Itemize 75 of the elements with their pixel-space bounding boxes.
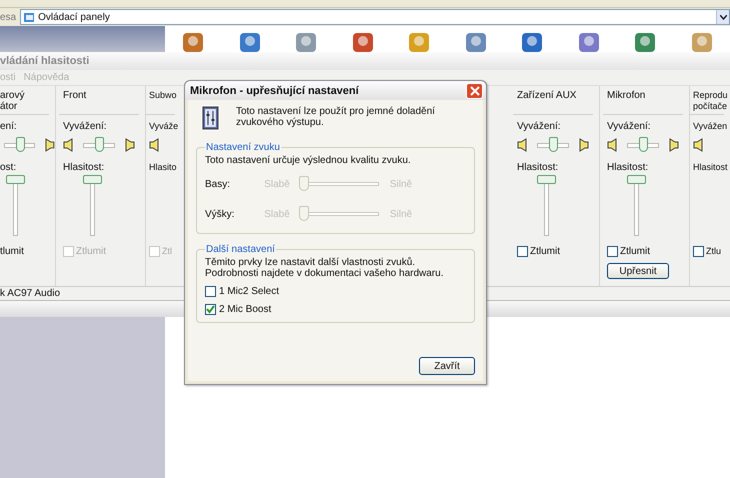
speaker-icon [577,138,589,152]
speaker-icon [693,138,705,152]
balance-label: Vyvážení: [517,121,562,134]
volume-label: Hlasitost: [63,162,106,175]
mute-label: tlumit [0,246,24,256]
slider-label: Výšky: [205,208,236,220]
advanced-button[interactable]: Upřesnit [607,263,669,279]
control-panel-icon[interactable] [633,30,658,52]
volume-label: Hlasito [149,162,178,174]
chevron-down-icon [720,14,726,20]
group-title: Další nastavení [205,244,276,255]
speaker-icon [667,138,679,152]
channel-name: Zařízení AUX [517,90,578,103]
control-panel-icon[interactable] [294,30,318,52]
address-label: esa [0,12,18,22]
channel-name: Mikrofon [607,90,646,103]
channel-name: Front [63,90,88,103]
control-panel-icon[interactable] [238,30,262,52]
slider-label: Basy: [205,178,232,190]
option-label: 2 Mic Boost [219,304,272,314]
volume-label: ost: [0,162,18,175]
volume-label: Hlasitost: [607,162,650,175]
mute-label: Ztlumit [76,246,106,256]
volume-slider[interactable] [83,175,102,235]
control-panel-icon[interactable] [350,30,375,52]
option-checkbox[interactable] [205,304,216,314]
close-icon [470,86,480,96]
control-panel-icon[interactable] [181,30,206,52]
tone-slider[interactable] [299,206,379,222]
volume-label: Hlasitost: [517,162,560,175]
speaker-icon [123,138,135,152]
mute-label: Ztl [162,246,172,256]
mute-checkbox[interactable] [517,246,528,256]
control-panel-icon[interactable] [464,30,488,52]
dropdown-button[interactable] [716,10,729,24]
close-button[interactable] [466,82,483,98]
control-panel-icon[interactable] [576,30,601,52]
speaker-icon [607,138,619,152]
channel-name: Subwo [149,90,178,102]
control-panel-icon[interactable] [407,30,432,52]
volume-slider[interactable] [537,175,556,235]
intro-text: Toto nastavení lze použít pro jemné doladění zvukového výstupu. [236,106,436,130]
tone-slider[interactable] [299,176,379,192]
speaker-icon [149,138,161,152]
mute-label: Ztlumit [530,246,560,256]
address-field[interactable]: Ovládací panely [20,9,730,25]
option-checkbox[interactable] [205,286,216,296]
mute-label: Ztlu [706,246,722,256]
volume-label: Hlasitost [693,162,729,174]
group-title: Nastavení zvuku [205,142,281,153]
mute-label: Ztlumit [620,246,650,256]
balance-label: Vyváže [149,121,180,133]
speaker-icon [43,138,55,152]
volume-slider[interactable] [6,175,25,235]
speaker-icon [517,138,529,152]
window-title: vládání hlasitosti [0,52,730,70]
option-label: 1 Mic2 Select [219,286,280,296]
folder-icon [23,11,36,23]
balance-label: Vyvážen [693,121,728,133]
balance-label: Vyvážení: [607,121,652,134]
group-description: Toto nastavení určuje výslednou kvalitu zvuku. [205,155,412,166]
close-dialog-button[interactable]: Zavřít [419,357,475,375]
mute-checkbox[interactable] [693,246,704,256]
group-description: Těmito prvky lze nastavit další vlastnosti zvuků. Podrobnosti najdete v dokumentaci vašeho hardwaru. [205,257,444,279]
mute-checkbox[interactable] [607,246,618,256]
channel-name: arový átor [0,90,26,114]
dialog-title: Mikrofon - upřesňující nastavení [190,84,359,96]
speaker-icon [63,138,75,152]
balance-label: Vyvážení: [63,121,108,134]
channel-name: Reprodu počítače [693,90,729,113]
control-panel-icon[interactable] [690,30,714,52]
balance-label: ení: [0,121,18,134]
volume-slider[interactable] [627,175,646,235]
settings-icon [202,106,220,130]
control-panel-icon[interactable] [520,30,544,52]
